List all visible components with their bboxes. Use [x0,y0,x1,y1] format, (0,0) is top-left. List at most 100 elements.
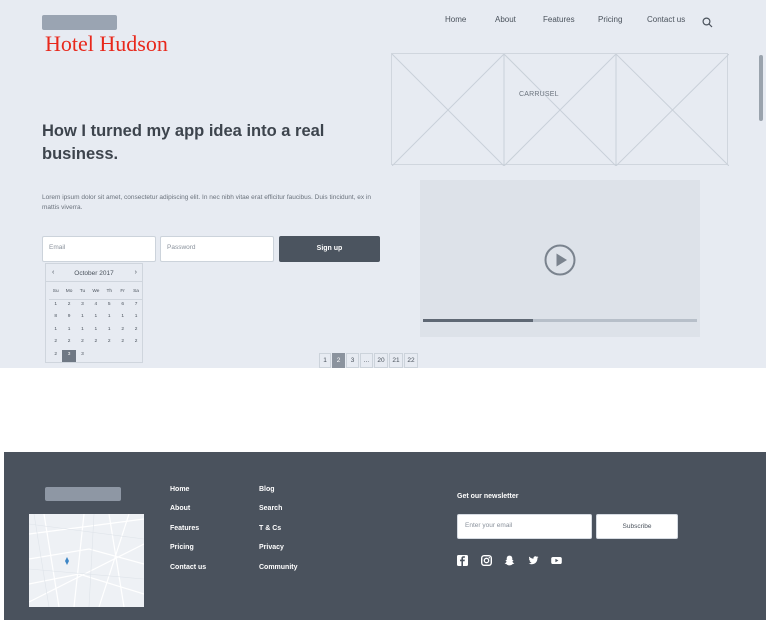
calendar-day[interactable]: 1 [129,312,142,325]
footer-link-features[interactable]: Features [170,525,199,532]
search-icon[interactable] [702,17,713,28]
page-button[interactable]: ... [360,353,373,368]
calendar-day[interactable]: 2 [76,337,89,350]
calendar-day[interactable]: 2 [129,325,142,338]
footer-link-community[interactable]: Community [259,564,298,571]
calendar-day[interactable]: 2 [116,325,129,338]
calendar-day[interactable]: 2 [103,337,116,350]
calendar-month-title: October 2017 [74,270,114,277]
facebook-icon[interactable] [457,555,468,566]
calendar-day[interactable]: 6 [116,300,129,313]
hero-section: Hotel Hudson Home About Features Pricing… [0,0,766,368]
page-button[interactable]: 22 [404,353,418,368]
footer-link-search[interactable]: Search [259,505,282,512]
video-progress-fill [423,319,533,322]
video-progress-bar[interactable] [423,319,697,322]
page-button[interactable]: 1 [319,353,331,368]
email-field[interactable]: Email [42,236,156,262]
nav-home[interactable]: Home [445,15,466,24]
calendar-day[interactable]: 1 [76,312,89,325]
calendar-day[interactable]: 1 [116,312,129,325]
calendar-header: ‹ October 2017 › [46,264,142,282]
footer-link-home[interactable]: Home [170,486,189,493]
twitter-icon[interactable] [528,555,539,566]
calendar-day[interactable]: 2 [62,300,75,313]
calendar-day[interactable]: 1 [49,325,62,338]
footer-link-about[interactable]: About [170,505,190,512]
footer-link-privacy[interactable]: Privacy [259,544,284,551]
password-placeholder: Password [167,244,196,251]
hero-description: Lorem ipsum dolor sit amet, consectetur … [42,194,372,211]
calendar-day[interactable]: 3 [62,349,76,362]
top-nav: Home About Features Pricing Contact us [0,15,768,29]
instagram-icon[interactable] [481,555,492,566]
calendar-day[interactable]: 1 [103,325,116,338]
calendar-day[interactable]: 3 [76,350,89,363]
calendar-weekday: Fr [115,287,130,300]
page-button[interactable]: 3 [346,353,359,368]
map-pin-icon [65,557,69,565]
calendar-day[interactable]: 3 [76,300,89,313]
newsletter-email-placeholder: Enter your email [465,522,513,529]
page-button[interactable]: 2 [332,353,345,368]
nav-features[interactable]: Features [543,15,575,24]
footer-logo-placeholder[interactable] [45,487,121,501]
nav-pricing[interactable]: Pricing [598,15,622,24]
brand-name: Hotel Hudson [45,31,168,56]
page-button[interactable]: 20 [374,353,388,368]
calendar-day[interactable]: 1 [49,300,62,313]
calendar-day [129,350,142,363]
footer-link-terms[interactable]: T & Cs [259,525,281,532]
email-placeholder: Email [49,244,66,251]
calendar-day[interactable]: 1 [89,325,102,338]
calendar-weekday: Tu [75,287,90,300]
calendar-day [116,350,129,363]
calendar-day[interactable]: 2 [62,337,75,350]
calendar-day[interactable]: 9 [62,312,75,325]
page-button[interactable]: 21 [389,353,403,368]
hero-headline: How I turned my app idea into a real bus… [42,122,325,163]
password-field[interactable]: Password [160,236,274,262]
calendar-day[interactable]: 1 [76,325,89,338]
calendar-weekday: Mo [62,287,76,300]
scrollbar-thumb[interactable] [759,55,763,121]
signup-button[interactable]: Sign up [279,236,380,262]
nav-contact[interactable]: Contact us [647,15,685,24]
video-player[interactable] [420,180,700,337]
empty-content-area [9,368,764,452]
date-picker[interactable]: ‹ October 2017 › Su Mo Tu We Th Fr Sa 1 2 3 4 5 6 7 8 9… [45,263,143,363]
calendar-day[interactable]: 5 [103,300,116,313]
calendar-day[interactable]: 7 [129,300,142,313]
footer-link-blog[interactable]: Blog [259,486,275,493]
calendar-day[interactable]: 1 [62,325,75,338]
calendar-day[interactable]: 2 [49,337,62,350]
youtube-icon[interactable] [551,555,562,566]
play-icon[interactable] [544,244,576,276]
newsletter-email-field[interactable]: Enter your email [457,514,592,539]
calendar-day[interactable]: 1 [103,312,116,325]
calendar-day[interactable]: 2 [116,337,129,350]
footer: Home About Features Pricing Contact us B… [4,452,766,620]
nav-about[interactable]: About [495,15,516,24]
calendar-day[interactable]: 2 [49,350,62,363]
carousel-label: CARRUSEL [519,91,559,98]
calendar-day[interactable]: 4 [89,300,102,313]
calendar-day [103,350,116,363]
footer-link-contact[interactable]: Contact us [170,564,206,571]
calendar-next-button[interactable]: › [135,269,137,276]
calendar-weekday: Sa [129,287,143,300]
calendar-day [89,350,102,363]
calendar-day[interactable]: 2 [89,337,102,350]
calendar-grid: Su Mo Tu We Th Fr Sa 1 2 3 4 5 6 7 8 9 1 1 1 1 1 1 1 1 1 1 2 2 2 2 2 2 2… [49,287,143,363]
calendar-day[interactable]: 8 [49,312,62,325]
snapchat-icon[interactable] [504,555,515,566]
map[interactable] [28,513,145,608]
calendar-day[interactable]: 1 [89,312,102,325]
map-streets-graphic [28,513,145,608]
footer-link-pricing[interactable]: Pricing [170,544,194,551]
carousel-placeholder-graphic [392,54,729,166]
subscribe-button[interactable]: Subscribe [596,514,678,539]
carousel[interactable]: CARRUSEL [391,53,729,166]
newsletter-title: Get our newsletter [457,493,519,500]
calendar-day[interactable]: 2 [129,337,142,350]
